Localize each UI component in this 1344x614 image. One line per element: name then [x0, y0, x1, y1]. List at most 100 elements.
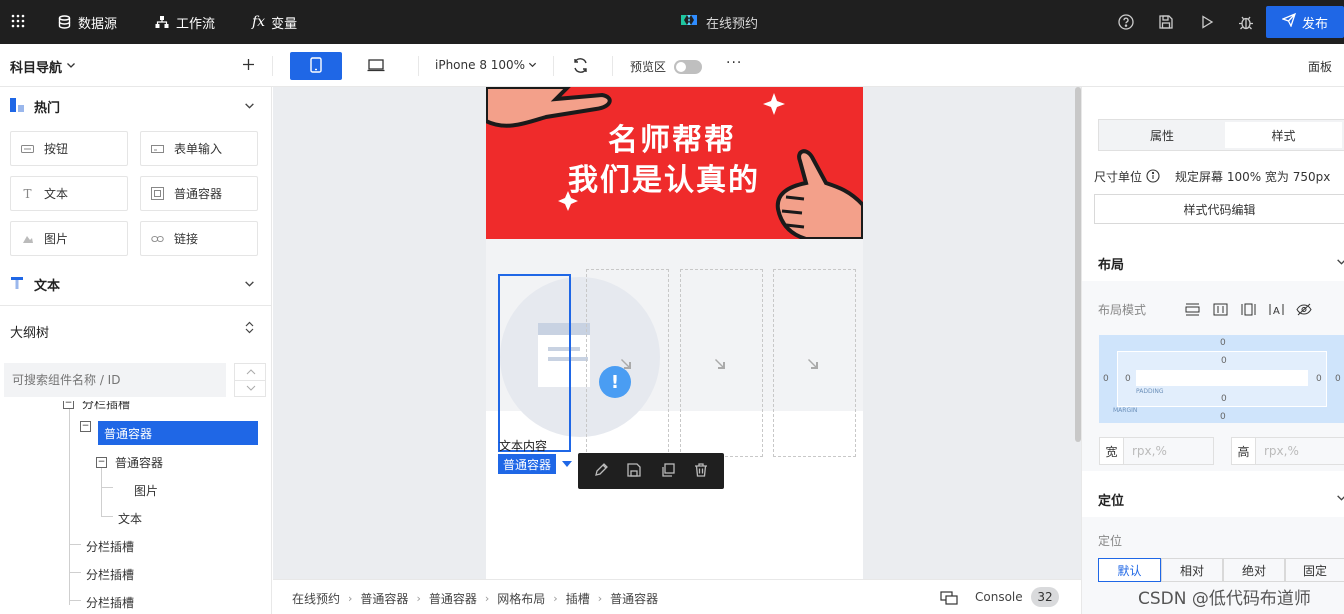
margin-right-value[interactable]: 0 [1335, 374, 1341, 384]
tree-node-label: 分栏插槽 [86, 540, 135, 554]
tree-node-selected[interactable]: 普通容器 [98, 421, 258, 445]
layout-section-header[interactable]: 布局 [1082, 247, 1344, 279]
divider [418, 56, 419, 76]
add-page-icon[interactable] [242, 56, 255, 75]
selected-component-label[interactable]: 普通容器 [498, 454, 557, 474]
chevron-down-icon[interactable] [244, 278, 255, 292]
component-link[interactable]: 链接 [140, 221, 258, 256]
debug-bug-icon[interactable] [1238, 14, 1254, 30]
chevron-down-icon[interactable] [244, 100, 255, 114]
button-icon [21, 142, 34, 155]
layout-hidden-eye-icon[interactable] [1296, 301, 1312, 317]
outline-search-input[interactable] [4, 363, 226, 397]
tab-properties[interactable]: 属性 [1101, 122, 1223, 148]
box-model-editor[interactable]: 0 0 0 0 MARGIN 0 0 0 0 PADDING [1099, 335, 1344, 423]
copy-icon[interactable] [660, 462, 676, 481]
collapse-icon[interactable]: − [63, 401, 74, 409]
nav-selector[interactable]: 科目导航 [10, 57, 76, 76]
padding-left-value[interactable]: 0 [1125, 374, 1131, 384]
search-stepper[interactable] [234, 363, 266, 397]
layout-inline-block-icon[interactable] [1212, 301, 1228, 317]
publish-button[interactable]: 发布 [1266, 6, 1344, 38]
tree-node[interactable]: 图片 [134, 482, 158, 499]
text-section-header[interactable]: 文本 [10, 275, 60, 294]
phone-preview[interactable]: 名师帮帮 我们是认真的 ! 文本内容 普通容器 [486, 87, 863, 579]
component-text[interactable]: T 文本 [10, 176, 128, 211]
desktop-view-button[interactable] [350, 52, 402, 80]
layout-block-icon[interactable] [1184, 301, 1200, 317]
tree-node[interactable]: 分栏插槽 [86, 566, 134, 583]
breadcrumb-item[interactable]: 普通容器 [610, 590, 658, 607]
component-image[interactable]: 图片 [10, 221, 128, 256]
console-label[interactable]: Console [975, 590, 1023, 604]
variables-label: 变量 [271, 16, 298, 32]
position-option-absolute[interactable]: 绝对 [1223, 558, 1285, 582]
mobile-view-button[interactable] [290, 52, 342, 80]
tree-node[interactable]: − 普通容器 [96, 454, 163, 471]
padding-bottom-value[interactable]: 0 [1221, 394, 1227, 404]
device-selector[interactable]: iPhone 8 100% [435, 58, 537, 72]
width-field[interactable]: 宽 rpx,% [1099, 437, 1214, 465]
design-canvas[interactable]: 名师帮帮 我们是认真的 ! 文本内容 普通容器 [273, 87, 1081, 579]
workflow-menu[interactable]: 工作流 [154, 0, 215, 44]
position-option-default[interactable]: 默认 [1098, 558, 1161, 582]
style-code-edit-button[interactable]: 样式代码编辑 [1094, 194, 1344, 224]
breadcrumb-item[interactable]: 插槽 [566, 590, 590, 607]
preview-toggle[interactable] [674, 60, 702, 74]
save-template-icon[interactable] [626, 462, 642, 481]
info-icon[interactable] [1146, 169, 1160, 186]
layout-flex-icon[interactable] [1240, 301, 1256, 317]
help-icon[interactable] [1118, 14, 1134, 30]
breadcrumb-item[interactable]: 普通容器 [429, 590, 477, 607]
tree-node[interactable]: − [80, 421, 91, 432]
component-button[interactable]: 按钮 [10, 131, 128, 166]
hot-section-header[interactable]: 热门 [10, 97, 60, 116]
tree-node[interactable]: − 分栏插槽 [63, 401, 130, 412]
panel-toggle[interactable]: 面板 [1308, 58, 1332, 75]
tree-node[interactable]: 分栏插槽 [86, 538, 134, 555]
tree-node[interactable]: 分栏插槽 [86, 594, 134, 611]
delete-icon[interactable] [693, 462, 709, 481]
caret-down-icon[interactable] [562, 461, 572, 467]
position-section-header[interactable]: 定位 [1082, 483, 1344, 515]
more-icon[interactable]: ··· [726, 55, 742, 71]
database-icon [56, 14, 72, 30]
monitor-icon[interactable] [940, 591, 958, 609]
margin-left-value[interactable]: 0 [1103, 374, 1109, 384]
margin-bottom-value[interactable]: 0 [1220, 412, 1226, 422]
collapse-icon[interactable]: − [96, 457, 107, 468]
tree-node[interactable]: 文本 [118, 510, 142, 527]
datasource-menu[interactable]: 数据源 [56, 0, 117, 44]
padding-top-value[interactable]: 0 [1221, 356, 1227, 366]
chevron-collapse-icon[interactable] [244, 321, 255, 337]
chevron-down-icon [528, 58, 537, 72]
tab-style[interactable]: 样式 [1225, 122, 1342, 148]
text-content[interactable]: 文本内容 [499, 437, 547, 454]
padding-right-value[interactable]: 0 [1316, 374, 1322, 384]
variables-menu[interactable]: fx 变量 [252, 0, 297, 44]
selected-container-outline[interactable] [498, 274, 571, 452]
banner-image[interactable]: 名师帮帮 我们是认真的 [486, 87, 863, 239]
component-label: 文本 [44, 187, 69, 201]
apps-grid-icon[interactable] [11, 14, 25, 31]
run-icon[interactable] [1199, 14, 1215, 30]
component-container[interactable]: 普通容器 [140, 176, 258, 211]
margin-top-value[interactable]: 0 [1220, 338, 1226, 348]
refresh-icon[interactable] [572, 57, 589, 77]
console-count-badge: 32 [1031, 587, 1059, 607]
device-label: iPhone 8 100% [435, 58, 526, 72]
breadcrumb-item[interactable]: 网格布局 [497, 590, 545, 607]
workflow-icon [154, 14, 170, 30]
padding-tag: PADDING [1136, 388, 1164, 395]
breadcrumb-item[interactable]: 在线预约 [292, 590, 340, 607]
save-icon[interactable] [1158, 14, 1174, 30]
component-form-input[interactable]: 表单输入 [140, 131, 258, 166]
padding-box[interactable]: 0 0 0 0 PADDING [1117, 351, 1327, 407]
edit-icon[interactable] [593, 462, 609, 481]
layout-inline-icon[interactable]: A [1268, 301, 1284, 317]
position-option-fixed[interactable]: 固定 [1285, 558, 1344, 582]
height-field[interactable]: 高 rpx,% [1231, 437, 1344, 465]
position-option-relative[interactable]: 相对 [1161, 558, 1223, 582]
collapse-icon[interactable]: − [80, 421, 91, 432]
breadcrumb-item[interactable]: 普通容器 [360, 590, 408, 607]
